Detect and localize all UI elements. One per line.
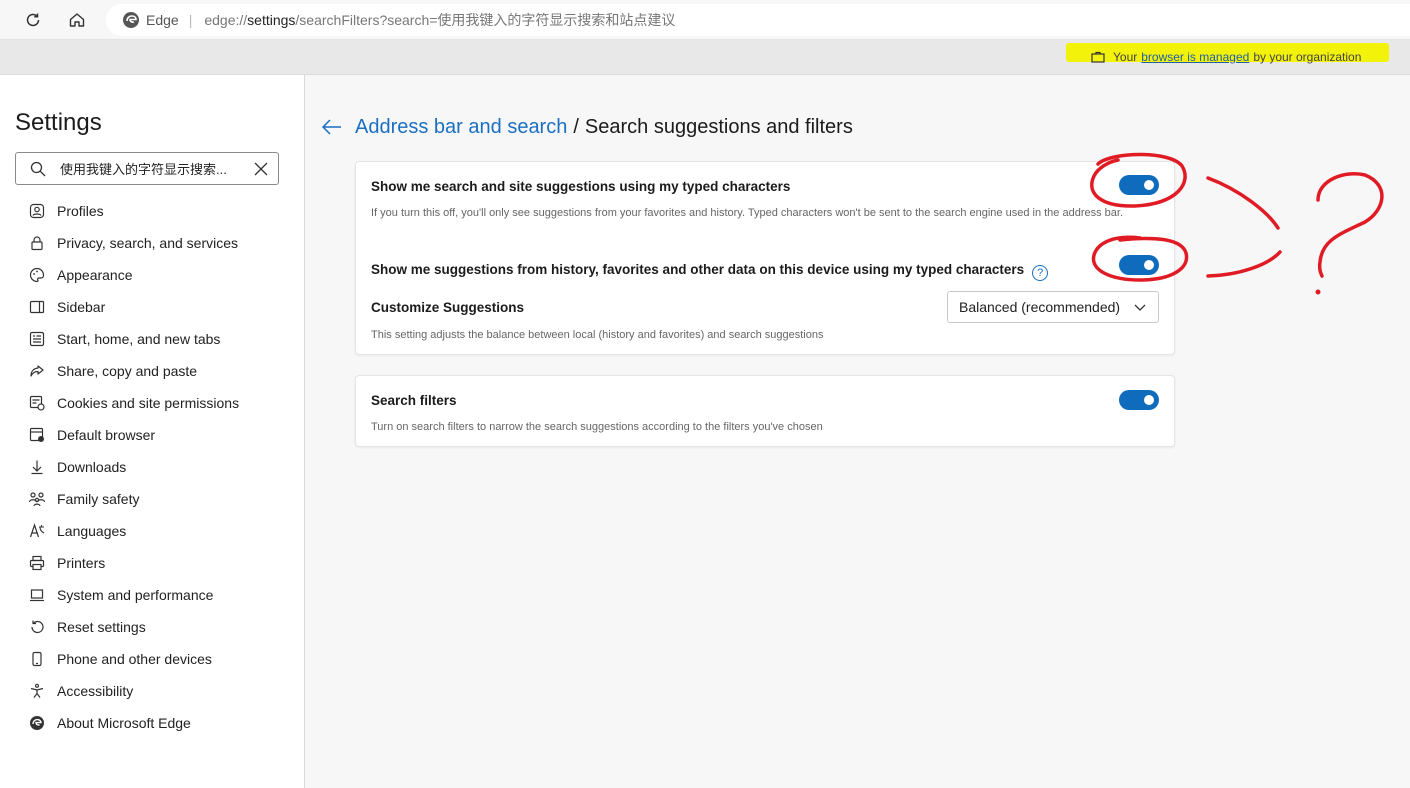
search-filters-card: Search filters Turn on search filters to… [355, 375, 1175, 447]
sidebar-item-reset[interactable]: Reset settings [0, 611, 305, 643]
settings-search-input[interactable]: 使用我键入的字符显示搜索... [15, 152, 279, 185]
share-icon [28, 362, 46, 380]
sidebar-item-downloads[interactable]: Downloads [0, 451, 305, 483]
sidebar-item-cookies[interactable]: Cookies and site permissions [0, 387, 305, 419]
breadcrumb-parent-link[interactable]: Address bar and search [355, 116, 567, 138]
url-host: settings [247, 12, 296, 28]
default-browser-icon [28, 426, 46, 444]
sidebar-item-label: Start, home, and new tabs [57, 331, 221, 347]
sidebar-item-system[interactable]: System and performance [0, 579, 305, 611]
sidebar-item-label: Accessibility [57, 683, 134, 699]
sidebar-item-label: Sidebar [57, 299, 106, 315]
suggestions-toggle[interactable] [1119, 175, 1159, 195]
sidebar-item-appearance[interactable]: Appearance [0, 259, 305, 291]
search-icon [30, 161, 46, 176]
sidebar-item-phone[interactable]: Phone and other devices [0, 643, 305, 675]
profile-icon [28, 202, 46, 220]
suggestions-setting-desc: If you turn this off, you'll only see su… [371, 207, 1124, 219]
printer-icon [28, 554, 46, 572]
managed-notice: Your browser is managed by your organiza… [1091, 50, 1361, 64]
chevron-down-icon [1134, 304, 1146, 311]
sidebar-item-default-browser[interactable]: Default browser [0, 419, 305, 451]
sidebar-item-about[interactable]: About Microsoft Edge [0, 707, 305, 739]
sidebar-item-label: Downloads [57, 459, 127, 475]
home-icon [69, 13, 85, 27]
sidebar-item-label: System and performance [57, 587, 214, 603]
url-path: /searchFilters?search=使用我键入的字符显示搜索和站点建议 [295, 12, 676, 28]
sidebar-item-sidebar[interactable]: Sidebar [0, 291, 305, 323]
managed-prefix: Your [1113, 50, 1138, 64]
suggestions-card: Show me search and site suggestions usin… [355, 161, 1175, 355]
phone-icon [28, 650, 46, 668]
sidebar-item-label: Languages [57, 523, 127, 539]
sidebar-item-accessibility[interactable]: Accessibility [0, 675, 305, 707]
browser-toolbar: Edge | edge://settings/searchFilters?sea… [0, 0, 1410, 40]
lock-icon [28, 234, 46, 252]
address-separator: | [188, 12, 193, 28]
sidebar-item-label: Reset settings [57, 619, 146, 635]
sidebar-item-printers[interactable]: Printers [0, 547, 305, 579]
dropdown-selected-value: Balanced (recommended) [959, 299, 1121, 315]
cookies-icon [28, 394, 46, 412]
sidebar-item-share[interactable]: Share, copy and paste [0, 355, 305, 387]
sidebar-item-label: Appearance [57, 267, 133, 283]
sidebar-item-label: Printers [57, 555, 106, 571]
system-icon [28, 586, 46, 604]
history-setting-label: Show me suggestions from history, favori… [371, 262, 1025, 277]
reset-icon [28, 618, 46, 636]
sidebar-item-label: Family safety [57, 491, 140, 507]
sidebar-item-label: Profiles [57, 203, 104, 219]
page-title: Search suggestions and filters [584, 116, 853, 138]
sidebar-item-label: Privacy, search, and services [57, 235, 239, 251]
browser-brand: Edge [146, 12, 179, 28]
customize-suggestions-dropdown[interactable]: Balanced (recommended) [947, 291, 1159, 323]
settings-title: Settings [15, 109, 102, 136]
sidebar-item-start-home[interactable]: Start, home, and new tabs [0, 323, 305, 355]
url-scheme: edge:// [204, 12, 248, 28]
sidebar-item-privacy[interactable]: Privacy, search, and services [0, 227, 305, 259]
breadcrumb-separator: / [573, 116, 579, 138]
filters-setting-desc: Turn on search filters to narrow the sea… [371, 421, 823, 433]
sidebar-item-label: Share, copy and paste [57, 363, 198, 379]
family-icon [28, 490, 46, 508]
address-bar[interactable]: Edge | edge://settings/searchFilters?sea… [106, 4, 1410, 36]
refresh-icon [26, 13, 40, 27]
download-icon [28, 458, 46, 476]
sidebar-item-label: Cookies and site permissions [57, 395, 240, 411]
breadcrumb: Address bar and search / Search suggestion… [355, 116, 853, 139]
accessibility-icon [28, 682, 46, 700]
edge-logo-icon [123, 12, 139, 28]
customize-setting-title: Customize Suggestions [371, 300, 525, 315]
settings-nav: Profiles Privacy, search, and services A… [0, 195, 305, 739]
filters-setting-title: Search filters [371, 393, 457, 408]
palette-icon [28, 266, 46, 284]
languages-icon [28, 522, 46, 540]
back-arrow-icon[interactable] [321, 118, 343, 136]
refresh-button[interactable] [19, 6, 47, 34]
briefcase-icon [1091, 51, 1105, 63]
sidebar-item-label: About Microsoft Edge [57, 715, 191, 731]
managed-suffix: by your organization [1253, 50, 1362, 64]
clear-search-icon[interactable] [253, 161, 269, 177]
search-filters-toggle[interactable] [1119, 390, 1159, 410]
edge-icon [28, 714, 46, 732]
sidebar-item-profiles[interactable]: Profiles [0, 195, 305, 227]
customize-setting-desc: This setting adjusts the balance between… [371, 329, 824, 341]
sidebar-item-family-safety[interactable]: Family safety [0, 483, 305, 515]
suggestions-setting-title: Show me search and site suggestions usin… [371, 179, 791, 194]
home-button[interactable] [63, 6, 91, 34]
sidebar-icon [28, 298, 46, 316]
search-value: 使用我键入的字符显示搜索... [60, 162, 227, 177]
home-tabs-icon [28, 330, 46, 348]
sidebar-item-languages[interactable]: Languages [0, 515, 305, 547]
history-setting-title: Show me suggestions from history, favori… [371, 262, 1049, 281]
help-icon[interactable]: ? [1032, 265, 1049, 281]
history-toggle[interactable] [1119, 255, 1159, 275]
settings-sidebar: Settings 使用我键入的字符显示搜索... Profiles Privac… [0, 75, 305, 788]
sidebar-item-label: Phone and other devices [57, 651, 212, 667]
browser-managed-link[interactable]: browser is managed [1141, 50, 1249, 64]
sidebar-item-label: Default browser [57, 427, 156, 443]
